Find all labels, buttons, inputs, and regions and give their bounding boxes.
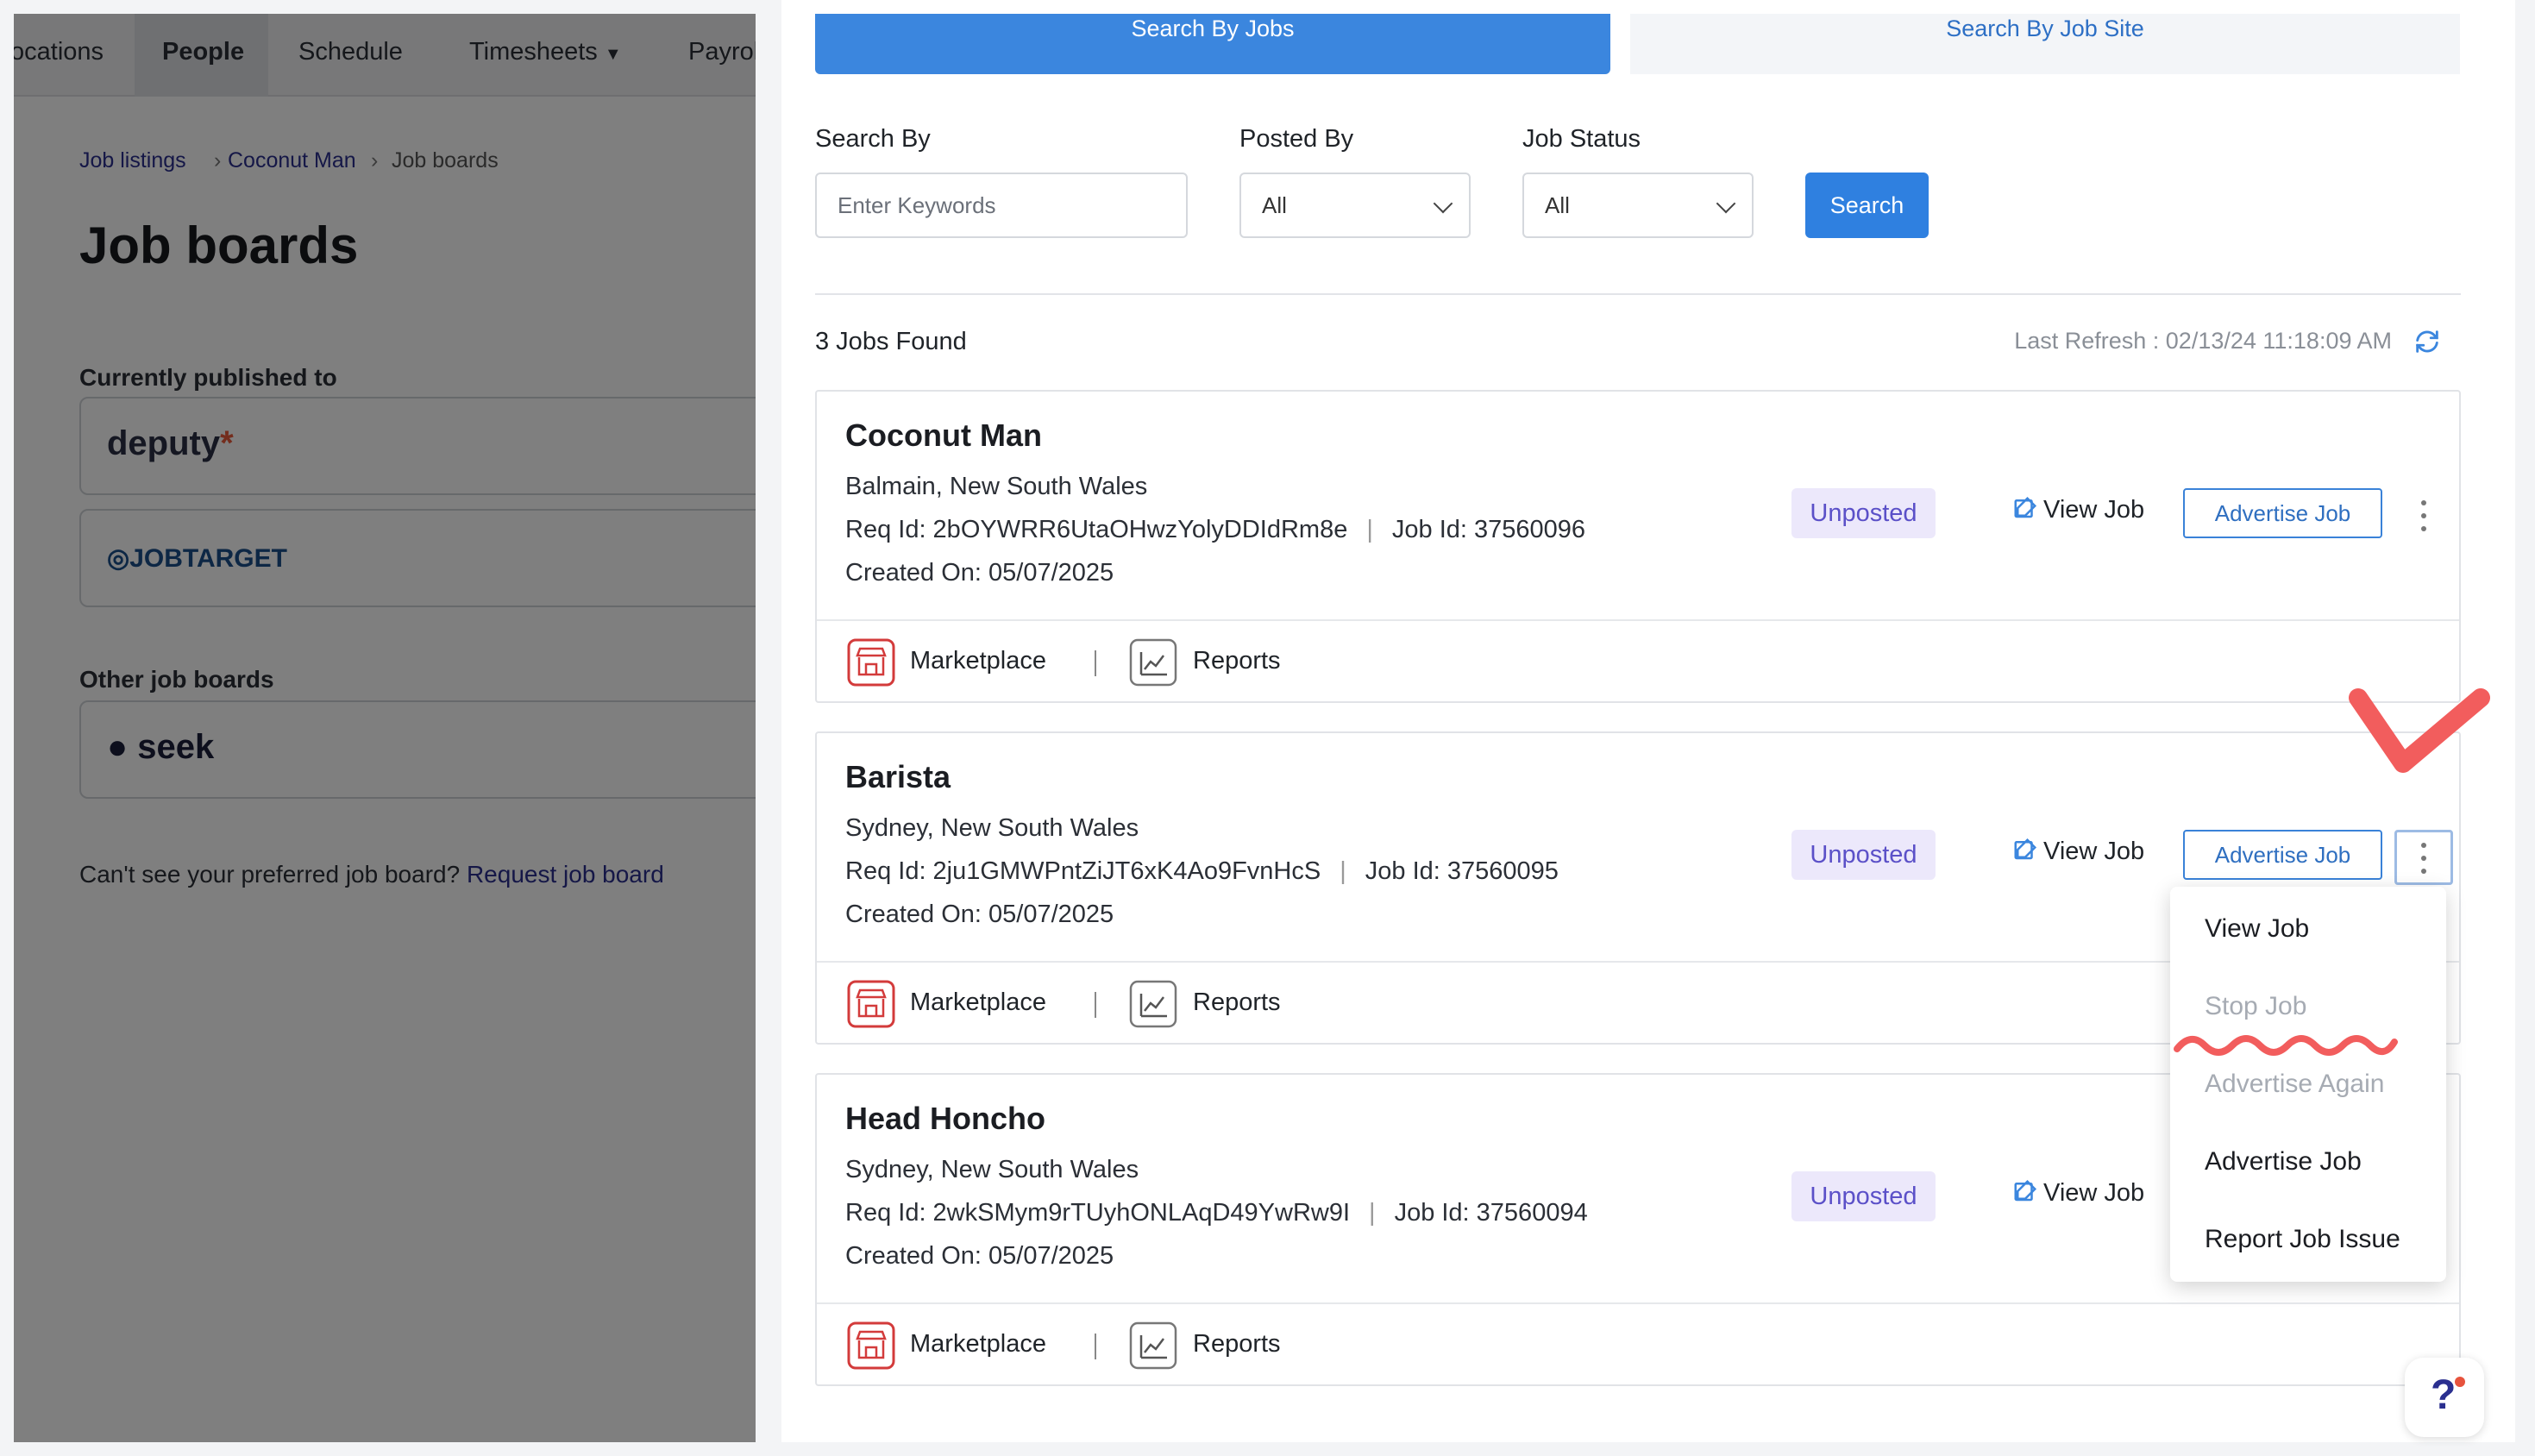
edit-icon xyxy=(2014,496,2037,518)
help-question-icon: ? xyxy=(2431,1372,2457,1418)
advertise-job-button[interactable]: Advertise Job xyxy=(2183,830,2382,880)
job-created: Created On: 05/07/2025 xyxy=(845,559,1114,587)
reports-link[interactable]: Reports xyxy=(1193,988,1281,1017)
marketplace-icon xyxy=(847,638,895,687)
req-id: Req Id: 2bOYWRR6UtaOHwzYolyDDIdRm8e xyxy=(845,516,1348,543)
job-location: Balmain, New South Wales xyxy=(845,473,1148,500)
marketplace-link[interactable]: Marketplace xyxy=(910,1330,1046,1359)
advertise-job-button[interactable]: Advertise Job xyxy=(2183,488,2382,538)
job-ids: Req Id: 2bOYWRR6UtaOHwzYolyDDIdRm8e | Job … xyxy=(845,516,1585,544)
posted-by-select[interactable]: All xyxy=(1239,173,1471,238)
view-job-link[interactable]: View Job xyxy=(2012,1178,2144,1208)
refresh-icon[interactable] xyxy=(2413,327,2442,356)
req-id: Req Id: 2ju1GMWPntZiJT6xK4Ao9FvnHcS xyxy=(845,857,1321,885)
keyword-search-input[interactable] xyxy=(815,173,1188,238)
status-badge: Unposted xyxy=(1791,830,1936,880)
menu-item-view-job[interactable]: View Job xyxy=(2205,914,2309,944)
job-title: Barista xyxy=(845,759,951,794)
edit-icon xyxy=(2014,1179,2037,1202)
background-app: ocations People Schedule Timesheets ▼ Pa… xyxy=(14,14,756,1442)
tab-search-by-job-site[interactable]: Search By Job Site xyxy=(1630,14,2460,74)
job-status-select[interactable]: All xyxy=(1522,173,1754,238)
notification-dot xyxy=(2455,1377,2465,1387)
id-separator: | xyxy=(1366,516,1373,543)
posted-by-label: Posted By xyxy=(1239,125,1354,153)
more-options-button[interactable] xyxy=(2394,830,2453,885)
tab-search-by-jobs[interactable]: Search By Jobs xyxy=(815,14,1610,74)
reports-icon xyxy=(1129,1321,1177,1370)
marketplace-link[interactable]: Marketplace xyxy=(910,647,1046,675)
view-job-link[interactable]: View Job xyxy=(2012,837,2144,866)
marketplace-icon xyxy=(847,980,895,1028)
last-refresh-timestamp: Last Refresh : 02/13/24 11:18:09 AM xyxy=(2014,328,2392,354)
job-card: Coconut Man Balmain, New South Wales Req… xyxy=(815,390,2461,703)
marketplace-icon xyxy=(847,1321,895,1370)
more-options-menu: View Job Stop Job Advertise Again Advert… xyxy=(2170,887,2446,1282)
footer-separator xyxy=(1095,650,1096,676)
panel-edge xyxy=(756,0,781,1442)
job-created: Created On: 05/07/2025 xyxy=(845,1242,1114,1270)
edit-icon xyxy=(2014,838,2037,860)
footer-separator xyxy=(1095,1334,1096,1359)
job-ids: Req Id: 2wkSMym9rTUyhONLAqD49YwRw9I | Job … xyxy=(845,1199,1588,1227)
job-id: Job Id: 37560095 xyxy=(1365,857,1559,885)
reports-link[interactable]: Reports xyxy=(1193,1330,1281,1359)
chevron-down-icon xyxy=(1716,193,1736,214)
job-status-label: Job Status xyxy=(1522,125,1641,153)
status-badge: Unposted xyxy=(1791,1171,1936,1221)
menu-item-report-job-issue[interactable]: Report Job Issue xyxy=(2205,1225,2400,1254)
reports-icon xyxy=(1129,980,1177,1028)
search-by-label: Search By xyxy=(815,125,931,153)
menu-item-advertise-again: Advertise Again xyxy=(2205,1070,2385,1098)
divider xyxy=(815,293,2461,295)
card-footer-divider xyxy=(817,619,2459,621)
id-separator: | xyxy=(1340,857,1346,885)
id-separator: | xyxy=(1369,1199,1376,1227)
job-location: Sydney, New South Wales xyxy=(845,814,1139,842)
posted-by-value: All xyxy=(1262,192,1287,218)
status-badge: Unposted xyxy=(1791,488,1936,538)
view-job-link[interactable]: View Job xyxy=(2012,495,2144,524)
req-id: Req Id: 2wkSMym9rTUyhONLAqD49YwRw9I xyxy=(845,1199,1351,1227)
help-button[interactable]: ? xyxy=(2405,1358,2484,1437)
menu-item-advertise-job[interactable]: Advertise Job xyxy=(2205,1147,2362,1177)
job-status-value: All xyxy=(1545,192,1570,218)
job-created: Created On: 05/07/2025 xyxy=(845,901,1114,928)
annotation-checkmark-icon xyxy=(2349,688,2490,773)
job-title: Coconut Man xyxy=(845,417,1042,453)
job-id: Job Id: 37560096 xyxy=(1391,516,1586,543)
menu-item-stop-job: Stop Job xyxy=(2205,992,2307,1020)
chevron-down-icon xyxy=(1433,193,1453,214)
modal-backdrop[interactable] xyxy=(14,14,756,1442)
job-location: Sydney, New South Wales xyxy=(845,1156,1139,1183)
footer-separator xyxy=(1095,992,1096,1018)
annotation-squiggle-icon xyxy=(2174,1035,2398,1056)
job-title: Head Honcho xyxy=(845,1101,1046,1136)
reports-icon xyxy=(1129,638,1177,687)
job-id: Job Id: 37560094 xyxy=(1394,1199,1588,1227)
jobs-found-count: 3 Jobs Found xyxy=(815,328,967,355)
more-options-button[interactable] xyxy=(2394,488,2453,543)
marketplace-link[interactable]: Marketplace xyxy=(910,988,1046,1017)
reports-link[interactable]: Reports xyxy=(1193,647,1281,675)
job-ids: Req Id: 2ju1GMWPntZiJT6xK4Ao9FvnHcS | Job … xyxy=(845,857,1559,886)
search-button[interactable]: Search xyxy=(1805,173,1929,238)
card-footer-divider xyxy=(817,1302,2459,1304)
